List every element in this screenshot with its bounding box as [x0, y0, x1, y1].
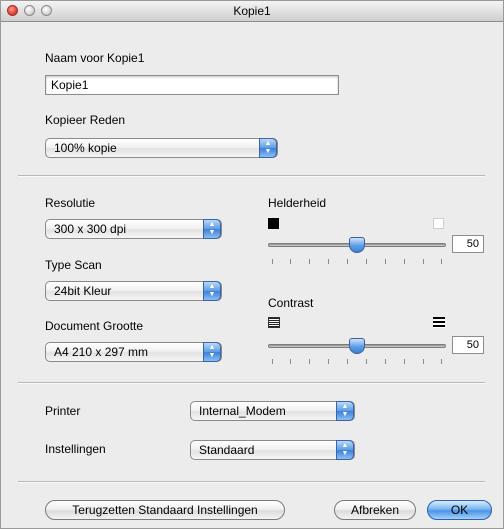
- settings-popup[interactable]: Standaard ▲ ▼: [190, 440, 355, 460]
- scan-type-popup[interactable]: 24bit Kleur ▲ ▼: [45, 281, 222, 301]
- separator-middle: [18, 382, 485, 384]
- document-size-value: A4 210 x 297 mm: [54, 345, 149, 359]
- popup-arrows-icon: ▲ ▼: [336, 401, 354, 421]
- brightness-slider-knob[interactable]: [349, 237, 365, 253]
- resolution-popup[interactable]: 300 x 300 dpi ▲ ▼: [45, 219, 222, 239]
- popup-arrows-icon: ▲ ▼: [203, 219, 221, 239]
- resolution-label: Resolutie: [45, 196, 96, 210]
- high-contrast-icon: [433, 317, 445, 328]
- settings-value: Standaard: [199, 443, 255, 457]
- copy-reason-popup[interactable]: 100% kopie ▲ ▼: [45, 138, 278, 158]
- dialog-window: Kopie1 Naam voor Kopie1 Kopie1 Kopieer R…: [0, 0, 504, 529]
- cancel-button[interactable]: Afbreken: [334, 500, 416, 520]
- reset-defaults-button[interactable]: Terugzetten Standaard Instellingen: [45, 500, 285, 520]
- scan-type-label: Type Scan: [45, 258, 102, 272]
- popup-arrows-icon: ▲ ▼: [336, 440, 354, 460]
- light-swatch-icon: [433, 218, 444, 229]
- separator-bottom: [18, 481, 485, 483]
- copy-reason-value: 100% kopie: [54, 141, 117, 155]
- dark-swatch-icon: [268, 218, 279, 229]
- brightness-label: Helderheid: [268, 196, 327, 210]
- settings-label: Instellingen: [45, 442, 106, 456]
- document-size-popup[interactable]: A4 210 x 297 mm ▲ ▼: [45, 342, 222, 362]
- printer-value: Internal_Modem: [199, 404, 286, 418]
- contrast-slider-knob[interactable]: [349, 338, 365, 354]
- window-title: Kopie1: [233, 4, 271, 18]
- copy-reason-label: Kopieer Reden: [45, 113, 126, 127]
- contrast-value-field[interactable]: 50: [452, 336, 484, 354]
- brightness-value-field[interactable]: 50: [452, 235, 484, 253]
- resolution-value: 300 x 300 dpi: [54, 222, 127, 236]
- document-size-label: Document Grootte: [45, 319, 144, 333]
- scan-type-value: 24bit Kleur: [54, 284, 112, 298]
- brightness-ticks: [272, 259, 442, 265]
- low-contrast-icon: [268, 317, 280, 328]
- name-label: Naam voor Kopie1: [45, 51, 145, 65]
- separator-top: [18, 175, 485, 177]
- popup-arrows-icon: ▲ ▼: [203, 281, 221, 301]
- contrast-ticks: [272, 359, 442, 365]
- popup-arrows-icon: ▲ ▼: [259, 138, 277, 158]
- printer-popup[interactable]: Internal_Modem ▲ ▼: [190, 401, 355, 421]
- printer-label: Printer: [45, 404, 81, 418]
- title-bar: Kopie1: [1, 1, 503, 22]
- name-field[interactable]: Kopie1: [45, 75, 339, 95]
- popup-arrows-icon: ▲ ▼: [203, 342, 221, 362]
- ok-button[interactable]: OK: [427, 500, 492, 520]
- contrast-label: Contrast: [268, 296, 314, 310]
